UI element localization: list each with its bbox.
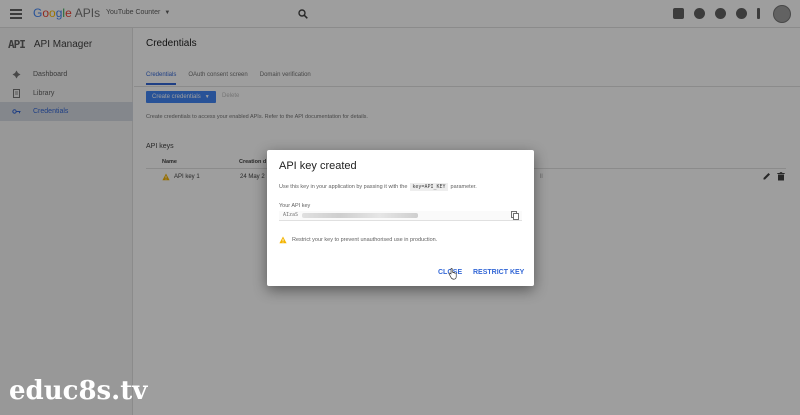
hand-cursor-icon (448, 268, 457, 280)
dialog-description-text: Use this key in your application by pass… (279, 184, 408, 190)
dialog-description: Use this key in your application by pass… (279, 183, 477, 191)
educ8s-watermark: educ8s.tv (9, 376, 148, 406)
restriction-warning-text: Restrict your key to prevent unauthorise… (292, 237, 438, 243)
restrict-key-button[interactable]: RESTRICT KEY (473, 269, 524, 276)
api-key-value[interactable]: AIzaS (283, 212, 298, 218)
warning-icon (279, 236, 287, 244)
dialog-description-suffix: parameter. (450, 184, 477, 190)
api-key-label: Your API key (279, 203, 311, 209)
restriction-warning: Restrict your key to prevent unauthorise… (279, 236, 437, 244)
api-key-field[interactable]: AIzaS (279, 211, 522, 221)
api-key-redacted (302, 213, 418, 218)
copy-icon[interactable] (511, 211, 519, 220)
dialog-title: API key created (279, 160, 357, 172)
api-key-created-dialog: API key created Use this key in your app… (267, 150, 534, 286)
dialog-description-code: key=API_KEY (410, 183, 448, 191)
